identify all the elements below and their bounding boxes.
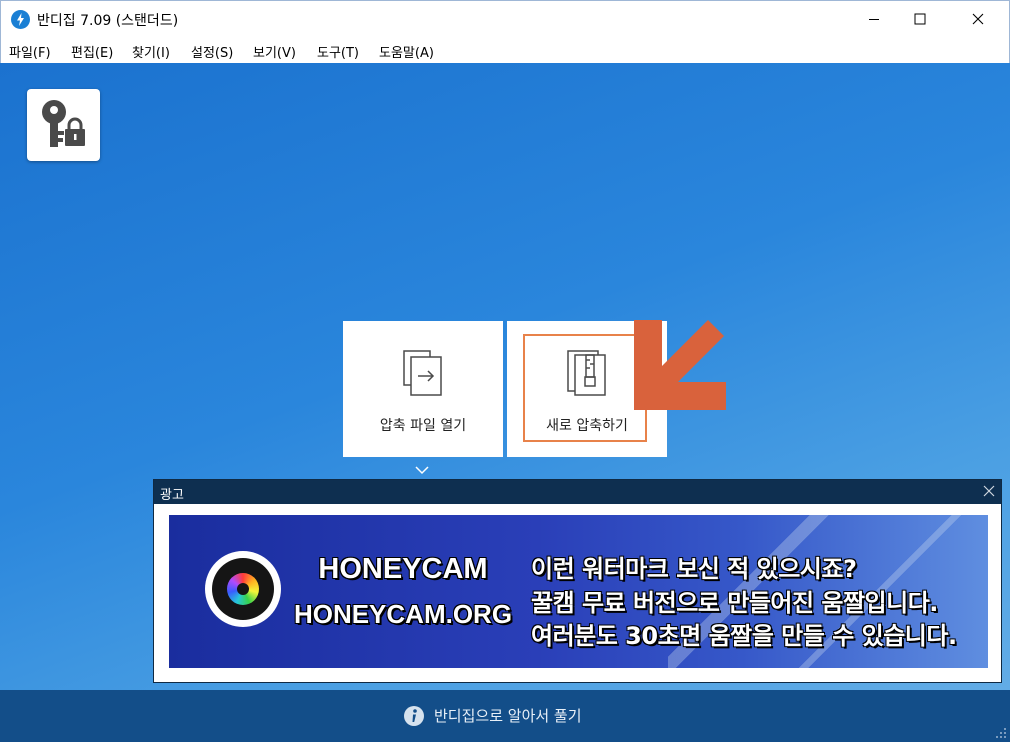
- ad-title: 광고: [160, 488, 184, 503]
- title-bar: 반디집 7.09 (스탠더드): [0, 0, 1010, 37]
- resize-grip-icon[interactable]: [995, 727, 1007, 739]
- password-manager-button[interactable]: [27, 89, 100, 161]
- ad-panel: 광고 HONEYCAM HONEYCAM.ORG 이런 워터마크 보신 적 있으…: [153, 479, 1002, 683]
- pointer-arrow-annotation: [634, 320, 726, 410]
- ad-header: 광고: [154, 480, 1001, 504]
- window-title: 반디집 7.09 (스탠더드): [37, 13, 179, 29]
- info-icon: [404, 706, 424, 726]
- open-archive-label: 압축 파일 열기: [379, 418, 467, 434]
- menu-find[interactable]: 찾기(I): [132, 42, 170, 61]
- ad-text-line-2: 꿀캠 무료 버전으로 만들어진 움짤입니다.: [531, 589, 938, 617]
- menu-tools[interactable]: 도구(T): [317, 42, 359, 61]
- close-icon: [972, 13, 984, 25]
- menu-edit[interactable]: 편집(E): [71, 42, 113, 61]
- footer-bar[interactable]: 반디집으로 알아서 풀기: [0, 690, 1010, 742]
- menu-file[interactable]: 파일(F): [9, 42, 51, 61]
- open-archive-button[interactable]: 압축 파일 열기: [343, 321, 503, 457]
- ad-banner[interactable]: HONEYCAM HONEYCAM.ORG 이런 워터마크 보신 적 있으시죠?…: [169, 515, 988, 668]
- menu-view[interactable]: 보기(V): [253, 42, 296, 61]
- maximize-icon: [914, 13, 926, 25]
- bandizip-app-icon: [11, 10, 30, 29]
- minimize-icon: [869, 19, 879, 20]
- open-archive-icon: [403, 350, 442, 396]
- close-window-button[interactable]: [955, 1, 1001, 37]
- ad-brand-name: HONEYCAM: [318, 553, 488, 585]
- minimize-button[interactable]: [851, 1, 897, 37]
- ad-text-line-3: 여러분도 30초면 움짤을 만들 수 있습니다.: [531, 622, 957, 650]
- ad-url: HONEYCAM.ORG: [293, 599, 513, 629]
- menu-bar: 파일(F) 편집(E) 찾기(I) 설정(S) 보기(V) 도구(T) 도움말(…: [0, 37, 1010, 63]
- ad-close-icon[interactable]: [983, 485, 995, 497]
- honeycam-logo-icon: [205, 551, 281, 627]
- ad-text-line-1: 이런 워터마크 보신 적 있으시죠?: [531, 555, 857, 583]
- auto-extract-label: 반디집으로 알아서 풀기: [434, 707, 582, 725]
- zip-archive-icon: [567, 350, 606, 396]
- chevron-down-icon[interactable]: [414, 465, 430, 475]
- maximize-button[interactable]: [897, 1, 943, 37]
- menu-settings[interactable]: 설정(S): [191, 42, 233, 61]
- key-lock-icon: [42, 100, 85, 147]
- new-archive-label: 새로 압축하기: [546, 418, 628, 434]
- menu-help[interactable]: 도움말(A): [379, 42, 434, 61]
